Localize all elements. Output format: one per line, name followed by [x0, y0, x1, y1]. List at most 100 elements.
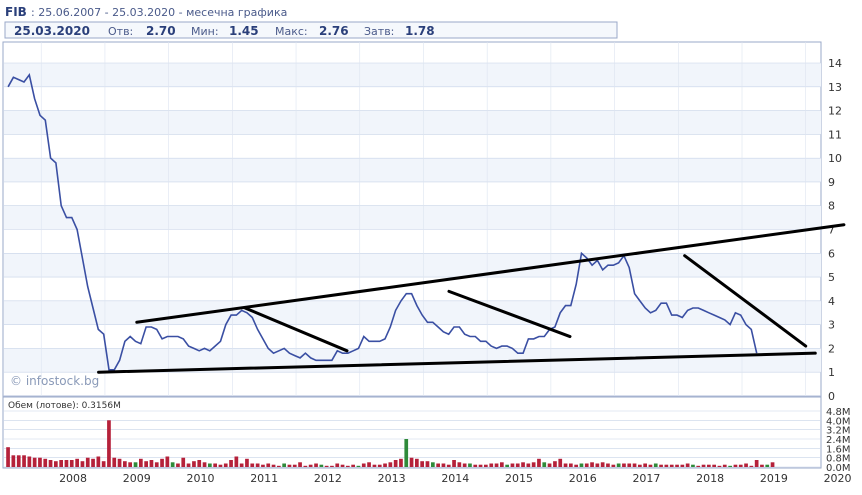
volume-bar — [96, 456, 101, 467]
volume-tick-label: 4.8M — [826, 407, 851, 418]
volume-bar — [622, 463, 626, 467]
volume-bar — [250, 463, 255, 467]
volume-bar — [393, 460, 398, 467]
volume-bar — [6, 447, 10, 467]
volume-bar — [181, 457, 186, 467]
volume-bar — [489, 463, 494, 467]
volume-bar — [648, 464, 653, 467]
volume-bar — [691, 464, 695, 467]
volume-bar — [569, 463, 573, 467]
open-value: 2.70 — [146, 24, 176, 38]
volume-bar — [346, 465, 350, 467]
volume-bar — [563, 463, 568, 467]
volume-bar — [425, 461, 430, 467]
volume-bar — [128, 462, 132, 467]
volume-bar — [653, 463, 658, 467]
volume-bar — [468, 463, 472, 467]
volume-bar — [446, 464, 451, 467]
volume-bar — [728, 465, 732, 467]
volume-bar — [133, 462, 138, 467]
volume-bar — [415, 458, 419, 467]
volume-bar — [638, 464, 642, 467]
volume-bar — [277, 465, 281, 467]
y-tick-label: 5 — [828, 271, 835, 284]
x-tick-label: 2017 — [632, 472, 660, 485]
volume-bar — [611, 464, 616, 467]
volume-bar — [356, 465, 361, 467]
volume-bar — [754, 460, 759, 467]
volume-bar — [361, 463, 366, 467]
volume-bar — [186, 463, 191, 467]
volume-bar — [659, 464, 663, 467]
volume-bar — [436, 463, 440, 467]
volume-bar — [505, 464, 509, 467]
volume-bar — [537, 458, 541, 467]
grid-stripe — [4, 110, 821, 135]
symbol-label: FIB — [5, 5, 27, 19]
volume-y-axis: 0.0M0.8M1.6M2.4M3.2M4.0M4.8M — [826, 407, 851, 474]
volume-bar — [160, 458, 164, 467]
volume-bar — [760, 464, 764, 467]
volume-bar — [632, 463, 637, 467]
volume-bar — [590, 462, 594, 467]
volume-bar — [165, 456, 170, 467]
volume-bar — [441, 463, 446, 467]
volume-bar — [558, 458, 563, 467]
close-value: 1.78 — [405, 24, 435, 38]
volume-bar — [431, 462, 435, 467]
grid-stripe — [4, 300, 821, 325]
volume-bar — [420, 461, 424, 467]
volume-bar — [351, 464, 355, 467]
volume-bar — [579, 463, 584, 467]
volume-bar — [500, 462, 504, 467]
volume-bar — [675, 464, 679, 467]
min-label: Мин: — [191, 25, 219, 38]
volume-bar — [494, 463, 499, 467]
volume-bar — [452, 460, 456, 467]
volume-bar — [170, 462, 175, 467]
y-tick-label: 9 — [828, 176, 835, 189]
volume-bar — [765, 464, 770, 467]
volume-bar — [712, 464, 716, 467]
volume-bar — [218, 464, 223, 467]
volume-bar — [91, 458, 95, 467]
volume-panel — [2, 396, 822, 469]
volume-bar — [531, 462, 536, 467]
volume-bar — [324, 465, 329, 467]
grid-stripe — [4, 158, 821, 182]
y-tick-label: 14 — [828, 57, 842, 70]
volume-bar — [340, 464, 345, 467]
volume-bar — [696, 465, 701, 467]
volume-bar — [377, 464, 382, 467]
volume-bar — [510, 463, 515, 467]
max-value: 2.76 — [319, 24, 349, 38]
y-tick-label: 12 — [828, 105, 842, 118]
volume-bar — [308, 464, 313, 467]
volume-bar — [733, 464, 738, 467]
volume-bar — [54, 461, 58, 467]
volume-bar — [107, 420, 111, 467]
volume-bar — [627, 463, 632, 467]
volume-bar — [770, 462, 775, 467]
volume-bar — [213, 463, 217, 467]
volume-bar — [229, 460, 233, 467]
volume-bar — [282, 463, 286, 467]
x-tick-label: 2020 — [824, 472, 852, 485]
x-axis: 2008 2009 2010 2011 2012 2013 2014 2015 2016 2017… — [59, 472, 851, 485]
period-label: : 25.06.2007 - 25.03.2020 - месечна граф… — [31, 6, 287, 19]
y-tick-label: 3 — [828, 319, 835, 332]
volume-bar — [287, 464, 292, 467]
y-tick-label: 13 — [828, 81, 842, 94]
volume-bar — [292, 464, 297, 467]
volume-bar — [701, 464, 706, 467]
volume-bar — [643, 463, 647, 467]
volume-bar — [69, 460, 74, 467]
volume-bar — [197, 460, 202, 467]
volume-bar — [484, 464, 488, 467]
volume-bar — [48, 460, 53, 467]
volume-bar — [330, 465, 334, 467]
x-tick-label: 2008 — [59, 472, 87, 485]
quote-date: 25.03.2020 — [14, 24, 90, 38]
volume-bar — [521, 462, 525, 467]
volume-bar — [722, 464, 727, 467]
